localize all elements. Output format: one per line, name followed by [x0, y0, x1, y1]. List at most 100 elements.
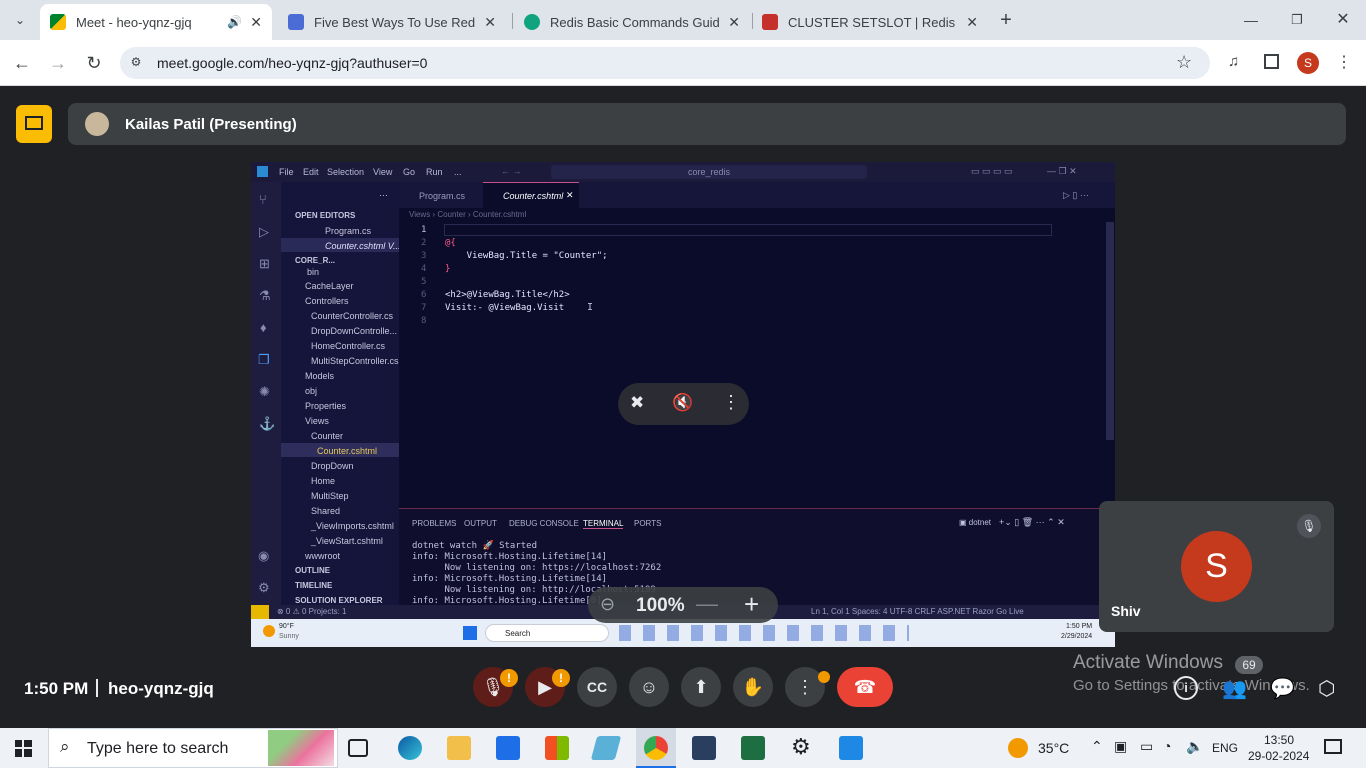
minimize-button[interactable]: — — [1236, 8, 1266, 32]
testing-icon[interactable]: ⚗ — [259, 288, 271, 304]
inner-search-box[interactable] — [485, 624, 609, 642]
tab-search-button[interactable]: ⌄ — [8, 8, 32, 32]
more-options-icon[interactable]: ⋮ — [722, 392, 740, 413]
bookmark-star-icon[interactable]: ☆ — [1176, 52, 1192, 73]
remote-icon[interactable]: ⚓ — [259, 416, 275, 432]
windows-start-button[interactable] — [15, 740, 32, 757]
project-header[interactable]: CORE_R... — [295, 256, 335, 265]
forward-button[interactable]: → — [46, 51, 70, 75]
close-window-button[interactable]: ✕ — [1328, 8, 1358, 32]
outline-section[interactable]: OUTLINE — [295, 566, 330, 575]
breadcrumb-item[interactable]: Counter — [437, 210, 465, 219]
presentation-icon[interactable] — [16, 105, 52, 143]
zoom-minus-icon[interactable]: — — [696, 591, 718, 617]
source-control-icon[interactable]: ⑂ — [259, 192, 267, 207]
timeline-section[interactable]: TIMELINE — [295, 581, 332, 590]
manage-gear-icon[interactable]: ⚙ — [258, 580, 270, 596]
accounts-icon[interactable]: ◉ — [258, 548, 269, 564]
open-editors-header[interactable]: OPEN EDITORS — [295, 211, 355, 220]
breadcrumb-item[interactable]: Counter.cshtml — [473, 210, 526, 219]
zoom-in-icon[interactable]: + — [744, 589, 759, 620]
status-right[interactable]: Ln 1, Col 1 Spaces: 4 UTF-8 CRLF ASP.NET… — [811, 607, 1024, 616]
tree-item[interactable]: Counter — [311, 431, 343, 441]
new-tab-button[interactable]: + — [994, 8, 1018, 32]
mongodb-icon[interactable]: ♦ — [260, 320, 267, 335]
chrome-icon[interactable] — [644, 736, 668, 760]
inner-taskbar-apps[interactable] — [619, 625, 909, 641]
tree-item[interactable]: Views — [305, 416, 329, 426]
tree-item[interactable]: HomeController.cs — [311, 341, 385, 351]
tree-item[interactable]: _ViewImports.cshtml — [311, 521, 394, 531]
emoji-button[interactable]: ☺ — [629, 667, 669, 707]
tree-item[interactable]: MultiStep — [311, 491, 349, 501]
profile-avatar[interactable]: S — [1297, 52, 1319, 74]
clock-date[interactable]: 29-02-2024 — [1248, 749, 1309, 763]
windows-start-icon[interactable] — [463, 626, 477, 640]
meet-tray-icon[interactable]: ▣ — [1114, 738, 1127, 755]
tree-item[interactable]: Properties — [305, 401, 346, 411]
panel-tab-output[interactable]: OUTPUT — [464, 519, 497, 528]
chatgpt-extension-icon[interactable]: ✺ — [259, 384, 270, 400]
notifications-icon[interactable] — [1324, 739, 1342, 754]
raise-hand-button[interactable]: ✋ — [733, 667, 773, 707]
solution-explorer-section[interactable]: SOLUTION EXPLORER — [295, 596, 383, 605]
vscode-menu-edit[interactable]: Edit — [303, 167, 319, 177]
open-editor-item[interactable]: Program.cs — [325, 226, 371, 236]
editor-tab-close-icon[interactable]: ✕ — [566, 190, 574, 201]
vscode-menu-more[interactable]: ... — [454, 167, 462, 177]
url-text[interactable]: meet.google.com/heo-yqnz-gjq?authuser=0 — [157, 55, 427, 71]
vscode-menu-run[interactable]: Run — [426, 167, 443, 177]
tree-item[interactable]: DropDown — [311, 461, 354, 471]
media-control-icon[interactable]: ♫ — [1228, 53, 1239, 70]
run-debug-icon[interactable]: ▷ — [259, 224, 269, 240]
vscode-window-controls[interactable]: — ❐ ✕ — [1047, 166, 1077, 177]
zoom-out-icon[interactable]: ⊖ — [600, 594, 615, 615]
tree-item[interactable]: Controllers — [305, 296, 349, 306]
panel-tab-problems[interactable]: PROBLEMS — [412, 519, 456, 528]
restore-button[interactable]: ❐ — [1282, 8, 1312, 32]
vscode-nav-arrows[interactable]: ← → — [501, 166, 522, 176]
terminal-dropdown[interactable]: ▣ dotnet — [959, 518, 991, 527]
close-tab-icon[interactable]: ✕ — [966, 14, 978, 31]
battery-icon[interactable]: ▭ — [1140, 738, 1153, 755]
tree-item[interactable]: DropDownControlle... — [311, 326, 397, 336]
layout-icons[interactable]: ▭ ▭ ▭ ▭ — [971, 166, 1013, 177]
editor-scrollbar[interactable] — [1106, 222, 1114, 440]
tree-item[interactable]: Home — [311, 476, 335, 486]
tab-redis-blog[interactable]: Five Best Ways To Use Redis Wi ✕ — [278, 4, 506, 40]
status-problems[interactable]: ⊗ 0 ⚠ 0 Projects: 1 — [277, 607, 346, 616]
breadcrumb-item[interactable]: Views — [409, 210, 430, 219]
editor-breadcrumb[interactable]: Views › Counter › Counter.cshtml — [409, 210, 526, 219]
tree-item[interactable]: CacheLayer — [305, 281, 354, 291]
close-tab-icon[interactable]: ✕ — [484, 14, 496, 31]
language-indicator[interactable]: ENG — [1212, 741, 1238, 755]
open-editor-item[interactable]: Counter.cshtml V... — [325, 241, 401, 251]
tree-item[interactable]: MultiStepController.cs — [311, 356, 399, 366]
tab-meet[interactable]: Meet - heo-yqnz-gjq 🔊 ✕ — [40, 4, 272, 40]
mute-presentation-icon[interactable]: 🔇 — [672, 393, 693, 413]
close-tab-icon[interactable]: ✕ — [728, 14, 740, 31]
excel-icon[interactable] — [741, 736, 765, 760]
editor-actions[interactable]: ▷ ▯ ··· — [1063, 190, 1089, 201]
activities-icon[interactable]: ⬡ — [1318, 676, 1335, 701]
site-info-icon[interactable]: ⚙ — [128, 55, 144, 71]
show-hidden-icons[interactable]: ⌃ — [1091, 738, 1103, 755]
vscode-menu-view[interactable]: View — [373, 167, 392, 177]
tab-redis-guide[interactable]: Redis Basic Commands Guide ✕ — [514, 4, 750, 40]
chat-icon[interactable]: 💬 — [1270, 676, 1295, 701]
vscode-icon[interactable] — [839, 736, 863, 760]
tree-item[interactable]: Counter.cshtml — [317, 446, 377, 456]
side-panel-icon[interactable] — [1264, 54, 1279, 69]
extensions-icon[interactable]: ⊞ — [259, 256, 270, 272]
task-view-icon[interactable] — [348, 739, 368, 757]
code-area[interactable]: 1 2 3 4 5 6 7 8 @{ ViewBag.Title = "Coun… — [399, 224, 1115, 326]
vscode-command-search[interactable]: core_redis — [551, 165, 867, 179]
panel-tab-ports[interactable]: PORTS — [634, 519, 661, 528]
vscode-menu-go[interactable]: Go — [403, 167, 415, 177]
vscode-menu-file[interactable]: File — [279, 167, 294, 177]
tree-item[interactable]: _ViewStart.cshtml — [311, 536, 383, 546]
wifi-icon[interactable]: ◔ — [1163, 738, 1171, 754]
explorer-icon[interactable]: ❐ — [258, 352, 270, 368]
volume-icon[interactable]: 🔈 — [1186, 738, 1203, 755]
settings-icon[interactable]: ⚙ — [791, 734, 811, 760]
